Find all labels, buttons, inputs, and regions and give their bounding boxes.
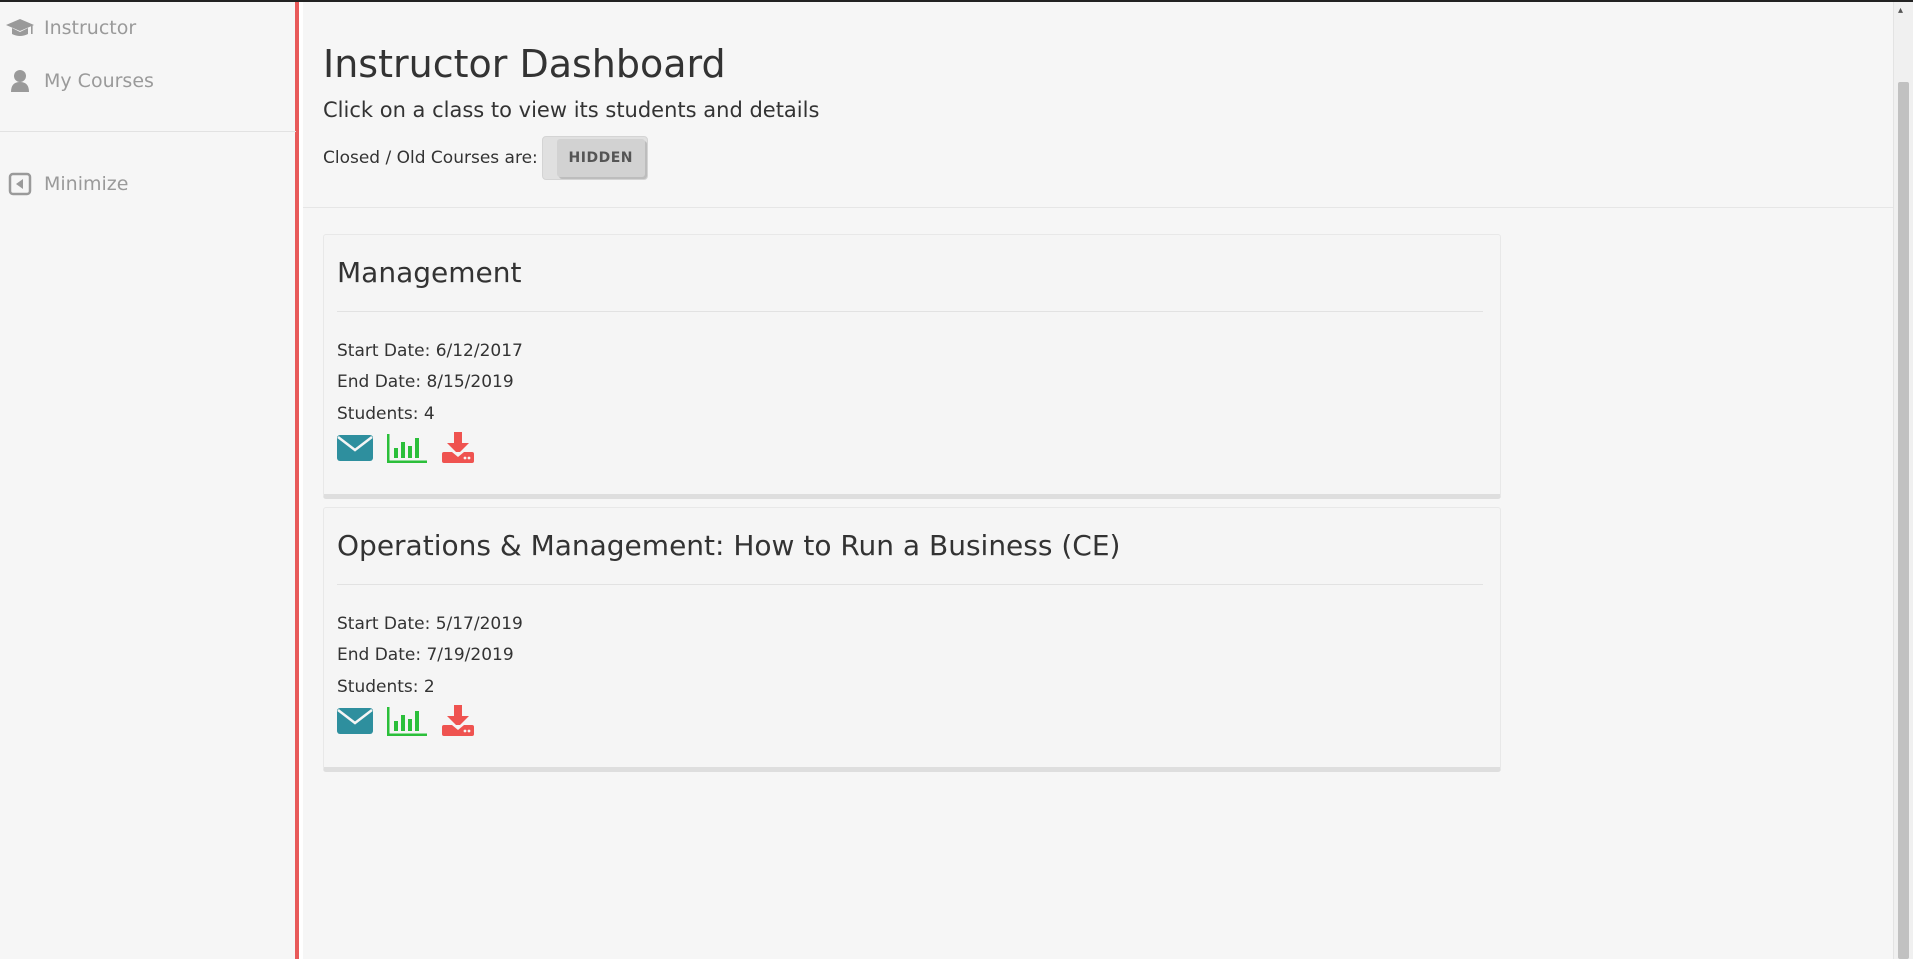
course-students-count: Students: 2 (337, 677, 435, 697)
toggle-state: HIDDEN (556, 139, 645, 177)
graduation-cap-icon (2, 13, 38, 43)
sidebar-item-label: Instructor (44, 17, 137, 39)
user-icon (2, 66, 38, 96)
sidebar-item-label: Minimize (44, 173, 129, 195)
toggle-label: Closed / Old Courses are: (323, 148, 538, 168)
bar-chart-icon[interactable] (387, 705, 427, 741)
course-title[interactable]: Operations & Management: How to Run a Bu… (337, 529, 1120, 562)
envelope-icon[interactable] (337, 706, 373, 740)
scrollbar-thumb[interactable] (1898, 82, 1909, 959)
course-title[interactable]: Management (337, 256, 521, 289)
course-start-date: Start Date: 6/12/2017 (337, 341, 523, 361)
vertical-scrollbar[interactable]: ▴ (1893, 2, 1913, 959)
sidebar: Instructor My Courses Minimize (0, 2, 299, 959)
course-actions (337, 432, 475, 468)
card-divider (337, 311, 1483, 312)
bar-chart-icon[interactable] (387, 432, 427, 468)
page-title: Instructor Dashboard (323, 42, 726, 86)
sidebar-item-label: My Courses (44, 70, 154, 92)
card-divider (337, 584, 1483, 585)
course-end-date: End Date: 8/15/2019 (337, 372, 514, 392)
course-end-date: End Date: 7/19/2019 (337, 645, 514, 665)
download-icon[interactable] (441, 432, 475, 468)
sidebar-item-minimize[interactable]: Minimize (0, 164, 128, 204)
course-start-date: Start Date: 5/17/2019 (337, 614, 523, 634)
main-content: Instructor Dashboard Click on a class to… (303, 2, 1893, 959)
course-card[interactable]: Management Start Date: 6/12/2017 End Dat… (323, 234, 1501, 499)
closed-courses-toggle[interactable]: HIDDEN (541, 136, 648, 180)
scroll-up-arrow-icon[interactable]: ▴ (1898, 6, 1903, 16)
download-icon[interactable] (441, 705, 475, 741)
sidebar-item-my-courses[interactable]: My Courses (0, 61, 154, 101)
caret-left-square-icon (2, 169, 38, 199)
course-card[interactable]: Operations & Management: How to Run a Bu… (323, 507, 1501, 772)
closed-courses-toggle-row: Closed / Old Courses are: HIDDEN (323, 136, 648, 180)
sidebar-item-instructor[interactable]: Instructor (0, 8, 136, 48)
envelope-icon[interactable] (337, 433, 373, 467)
sidebar-divider (0, 131, 296, 132)
page-subtitle: Click on a class to view its students an… (323, 98, 820, 122)
course-actions (337, 705, 475, 741)
course-students-count: Students: 4 (337, 404, 435, 424)
header-divider (303, 207, 1893, 208)
